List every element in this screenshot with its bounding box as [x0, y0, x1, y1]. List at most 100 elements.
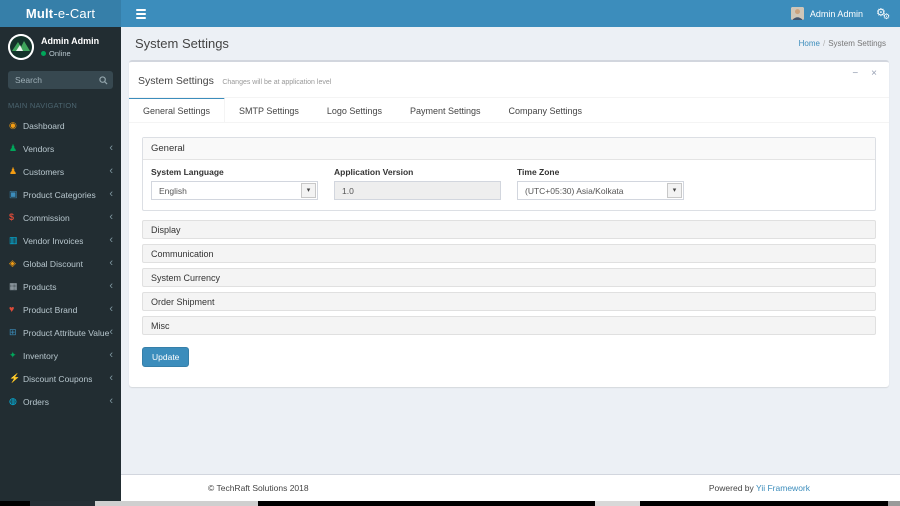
minus-icon: −: [852, 68, 859, 79]
breadcrumb-home-link[interactable]: Home: [799, 39, 820, 48]
chevron-left-icon: ‹: [109, 280, 113, 292]
search-input[interactable]: [9, 72, 94, 88]
field-system-language: System Language English ▾: [143, 167, 326, 200]
topbar: Admin Admin ⚙ ⚙: [121, 0, 900, 27]
box-subtitle: Changes will be at application level: [222, 79, 332, 86]
chevron-left-icon: ‹: [109, 211, 113, 223]
section-system-currency[interactable]: System Currency: [142, 268, 876, 287]
sidebar-search: [8, 71, 113, 89]
page-title: System Settings: [135, 36, 229, 51]
application-version-input: 1.0: [334, 181, 501, 200]
sidebar-item-product-categories[interactable]: ▣ Product Categories ‹: [0, 183, 121, 206]
tab-smtp-settings[interactable]: SMTP Settings: [225, 97, 313, 122]
chevron-left-icon: ‹: [109, 303, 113, 315]
sidebar-item-global-discount[interactable]: ◈ Global Discount ‹: [0, 252, 121, 275]
sidebar-item-vendors[interactable]: ♟ Vendors ‹: [0, 137, 121, 160]
tab-company-settings[interactable]: Company Settings: [495, 97, 597, 122]
tab-logo-settings[interactable]: Logo Settings: [313, 97, 396, 122]
system-language-value: English: [159, 185, 187, 196]
user-menu[interactable]: Admin Admin: [782, 0, 872, 27]
control-sidebar-toggle-button[interactable]: ⚙ ⚙: [872, 0, 900, 27]
settings-tabs: General Settings SMTP Settings Logo Sett…: [129, 97, 889, 123]
section-communication[interactable]: Communication: [142, 244, 876, 263]
search-button[interactable]: [94, 72, 112, 88]
close-button[interactable]: ×: [871, 69, 877, 79]
navbar-user-name: Admin Admin: [809, 8, 863, 19]
hamburger-icon: [136, 8, 146, 11]
box-title: System Settings: [138, 75, 214, 87]
field-time-zone: Time Zone (UTC+05:30) Asia/Kolkata ▾: [509, 167, 692, 200]
product-categories-icon: ▣: [9, 189, 18, 199]
tab-payment-settings[interactable]: Payment Settings: [396, 97, 495, 122]
yii-framework-link[interactable]: Yii Framework: [756, 483, 810, 493]
chevron-left-icon: ‹: [109, 349, 113, 361]
sidebar-item-product-attribute-values[interactable]: ⊞ Product Attribute Values ‹: [0, 321, 121, 344]
sidebar-item-product-brand[interactable]: ♥ Product Brand ‹: [0, 298, 121, 321]
section-order-shipment[interactable]: Order Shipment: [142, 292, 876, 311]
system-language-select[interactable]: English ▾: [151, 181, 318, 200]
general-section-panel: General System Language English ▾ Applic…: [142, 137, 876, 211]
chevron-left-icon: ‹: [109, 188, 113, 200]
nav-section-header: MAIN NAVIGATION: [8, 101, 77, 110]
global-discount-icon: ◈: [9, 258, 16, 268]
chevron-left-icon: ‹: [109, 395, 113, 407]
general-section-header[interactable]: General: [143, 138, 875, 160]
settings-box: System Settings Changes will be at appli…: [129, 60, 889, 387]
powered-by: Powered by Yii Framework: [708, 483, 810, 493]
section-display[interactable]: Display: [142, 220, 876, 239]
sidebar-item-customers[interactable]: ♟ Customers ‹: [0, 160, 121, 183]
plus-square-icon: ⊞: [9, 327, 17, 337]
sidebar-item-commission[interactable]: $ Commission ‹: [0, 206, 121, 229]
update-button[interactable]: Update: [142, 347, 190, 367]
dashboard-icon: ◉: [9, 120, 17, 130]
sidebar-item-dashboard[interactable]: ◉ Dashboard: [0, 114, 121, 137]
time-zone-label: Time Zone: [517, 167, 560, 177]
admin-app: Mult-e-Cart Admin Admin ⚙ ⚙ Admin Admin …: [0, 0, 900, 506]
chevron-down-icon: ▾: [667, 183, 682, 198]
section-misc[interactable]: Misc: [142, 316, 876, 335]
sidebar-toggle-button[interactable]: [132, 5, 150, 23]
application-version-label: Application Version: [334, 167, 414, 177]
chevron-down-icon: ▾: [301, 183, 316, 198]
copyright-text: © TechRaft Solutions 2018: [208, 483, 309, 493]
brand-logo[interactable]: Mult-e-Cart: [0, 0, 121, 27]
field-application-version: Application Version 1.0: [326, 167, 509, 200]
content-wrapper: System Settings Home / System Settings Sys…: [121, 27, 900, 474]
user-status[interactable]: Online: [41, 49, 99, 58]
sidebar-item-discount-coupons[interactable]: ⚡ Discount Coupons ‹: [0, 367, 121, 390]
inventory-icon: ✦: [9, 350, 17, 360]
system-language-label: System Language: [151, 167, 224, 177]
box-tools: − ×: [852, 69, 877, 79]
sidebar-user-panel: Admin Admin Online: [0, 27, 121, 66]
bolt-icon: ⚡: [9, 373, 21, 383]
chevron-left-icon: ‹: [109, 142, 113, 154]
vendors-icon: ♟: [9, 143, 18, 153]
online-dot-icon: [41, 51, 46, 56]
sidebar-avatar: [8, 34, 34, 60]
navbar-right: Admin Admin ⚙ ⚙: [782, 0, 900, 27]
time-zone-select[interactable]: (UTC+05:30) Asia/Kolkata ▾: [517, 181, 684, 200]
chevron-left-icon: ‹: [109, 326, 113, 338]
time-zone-value: (UTC+05:30) Asia/Kolkata: [525, 185, 624, 196]
breadcrumb-current: System Settings: [828, 39, 886, 48]
sidebar-user-name: Admin Admin: [41, 36, 100, 46]
sidebar-item-inventory[interactable]: ✦ Inventory ‹: [0, 344, 121, 367]
chevron-left-icon: ‹: [109, 372, 113, 384]
search-icon: [98, 75, 108, 85]
breadcrumb-separator: /: [822, 39, 826, 48]
content-header: System Settings Home / System Settings: [121, 27, 900, 51]
sidebar-item-orders[interactable]: ◍ Orders ‹: [0, 390, 121, 413]
main-footer: © TechRaft Solutions 2018 Powered by Yii…: [121, 474, 900, 501]
sidebar-item-vendor-invoices[interactable]: ▥ Vendor Invoices ‹: [0, 229, 121, 252]
collapse-button[interactable]: −: [852, 69, 858, 79]
sidebar-item-products[interactable]: ▦ Products ‹: [0, 275, 121, 298]
products-icon: ▦: [9, 281, 18, 291]
sidebar: Admin Admin Online MAIN NAVIGATION ◉ Das…: [0, 27, 121, 501]
breadcrumb: Home / System Settings: [799, 39, 886, 48]
user-avatar-icon: [790, 7, 804, 20]
orders-icon: ◍: [9, 396, 17, 406]
vendor-invoices-icon: ▥: [9, 235, 18, 245]
tab-general-settings[interactable]: General Settings: [129, 97, 226, 122]
tab-content-general: General System Language English ▾ Applic…: [129, 123, 889, 367]
customers-icon: ♟: [9, 166, 18, 176]
